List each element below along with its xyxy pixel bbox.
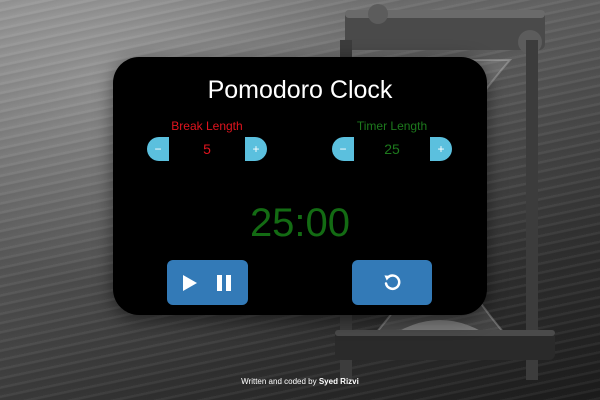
- break-length-label: Break Length: [171, 119, 243, 133]
- reset-button[interactable]: [352, 260, 432, 305]
- timer-length-value: 25: [384, 141, 400, 157]
- page-background: Pomodoro Clock Break Length − 5 + Timer …: [0, 0, 600, 400]
- footer-credit: Written and coded by Syed Rizvi: [0, 377, 600, 387]
- break-length-value: 5: [203, 141, 211, 157]
- pause-icon: [217, 275, 231, 291]
- app-title: Pomodoro Clock: [207, 76, 393, 104]
- countdown-display: 25:00: [249, 201, 351, 245]
- timer-decrement-button[interactable]: −: [332, 137, 354, 161]
- play-pause-button[interactable]: [167, 260, 248, 305]
- timer-length-label: Timer Length: [356, 119, 428, 133]
- play-icon: [183, 275, 197, 291]
- timer-increment-button[interactable]: +: [430, 137, 452, 161]
- break-increment-button[interactable]: +: [245, 137, 267, 161]
- footer-author: Syed Rizvi: [318, 377, 359, 386]
- break-decrement-button[interactable]: −: [147, 137, 169, 161]
- footer-prefix: Written and coded by: [241, 377, 319, 386]
- break-length-setting: Break Length − 5 +: [147, 119, 267, 169]
- timer-length-setting: Timer Length − 25 +: [332, 119, 452, 169]
- reset-icon: [384, 274, 401, 290]
